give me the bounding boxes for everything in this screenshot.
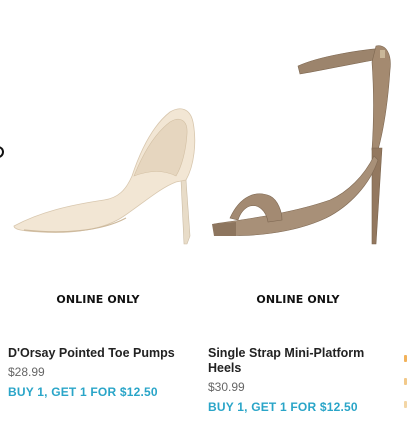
product-name-link[interactable]: D'Orsay Pointed Toe Pumps bbox=[8, 346, 188, 361]
online-only-badge: ONLINE ONLY bbox=[56, 293, 140, 306]
product-image[interactable] bbox=[200, 0, 396, 262]
promo-offer-link[interactable]: BUY 1, GET 1 FOR $12.50 bbox=[208, 400, 358, 414]
product-card[interactable]: ONLINE ONLY Single Strap Mini-Platform H… bbox=[200, 0, 396, 436]
taupe-sandal-heel-image bbox=[212, 45, 391, 245]
product-card[interactable]: ONLINE ONLY D'Orsay Pointed Toe Pumps $2… bbox=[0, 0, 196, 436]
online-only-badge: ONLINE ONLY bbox=[256, 293, 340, 306]
next-card-peek bbox=[404, 355, 407, 362]
product-name-link[interactable]: Single Strap Mini-Platform Heels bbox=[208, 346, 388, 376]
product-price: $28.99 bbox=[8, 365, 45, 379]
nude-pump-shoe-image bbox=[13, 108, 196, 245]
promo-offer-link[interactable]: BUY 1, GET 1 FOR $12.50 bbox=[8, 385, 158, 399]
product-image[interactable] bbox=[0, 0, 196, 262]
next-card-peek bbox=[404, 401, 407, 408]
next-card-peek bbox=[404, 378, 407, 385]
product-price: $30.99 bbox=[208, 380, 245, 394]
